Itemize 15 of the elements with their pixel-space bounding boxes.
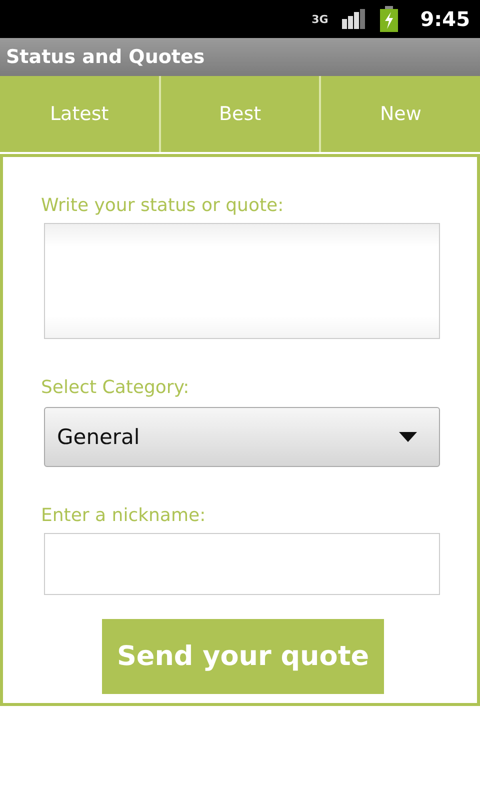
field-label: Enter a nickname:	[41, 505, 207, 528]
field-label: Write your status or quote:	[41, 195, 285, 218]
tab[interactable]: Latest	[0, 76, 159, 152]
send-quote-button[interactable]: Send your quote	[102, 619, 384, 694]
network-type-label: 3G	[312, 12, 328, 26]
tab[interactable]: Best	[158, 76, 320, 152]
app-title: Status and Quotes	[6, 46, 205, 68]
dropdown-arrow-icon	[399, 432, 417, 442]
clock-time: 9:45	[420, 7, 470, 31]
nickname-input-field[interactable]	[44, 533, 440, 595]
signal-icon	[342, 9, 366, 29]
field-label: Select Category:	[41, 377, 190, 400]
tab[interactable]: New	[319, 76, 480, 152]
category-dropdown[interactable]: General	[44, 407, 440, 467]
status-input-field[interactable]	[44, 223, 440, 339]
